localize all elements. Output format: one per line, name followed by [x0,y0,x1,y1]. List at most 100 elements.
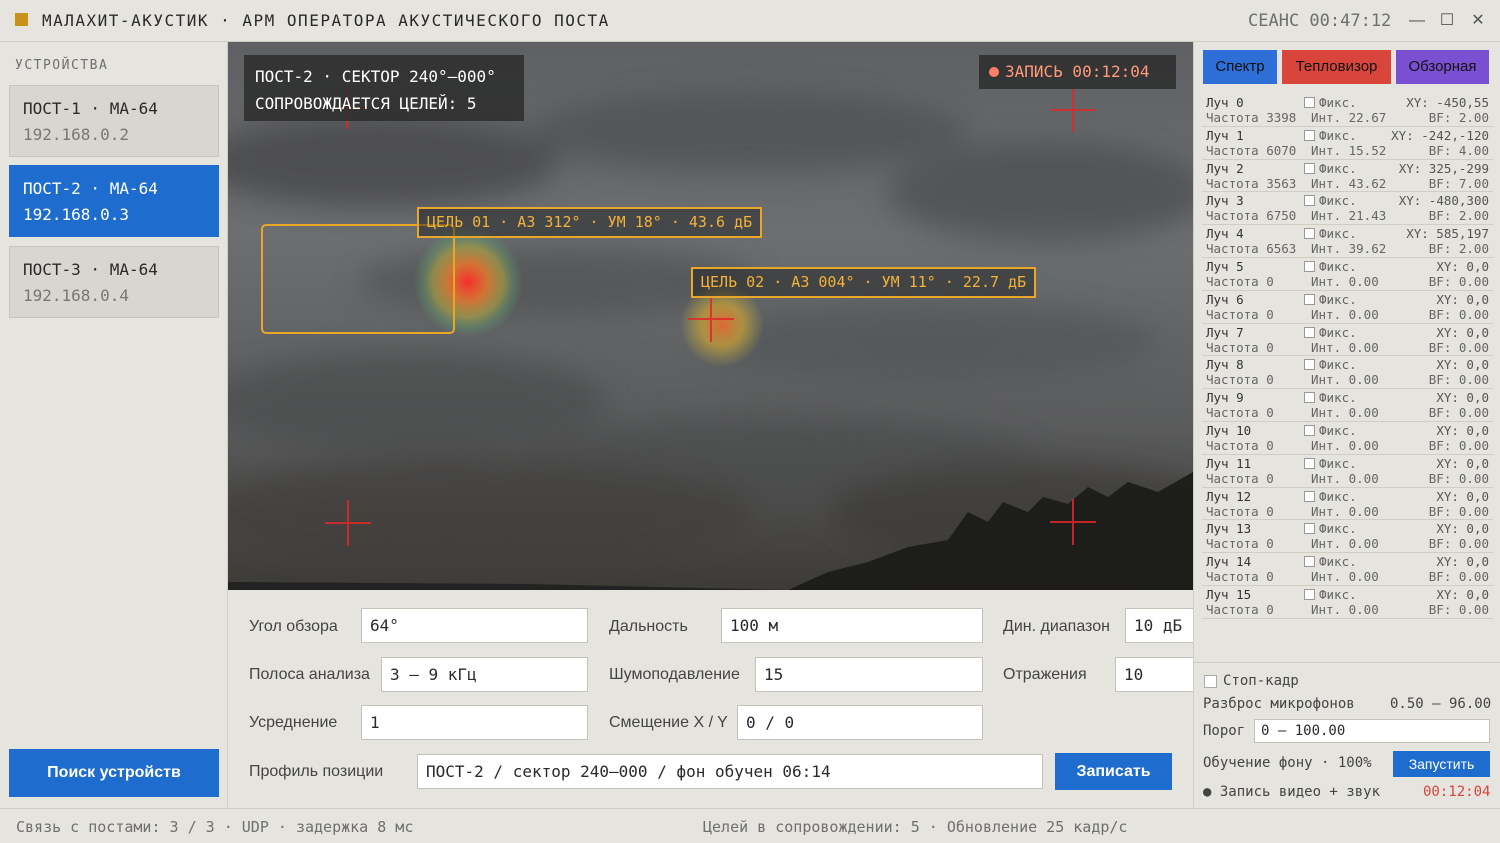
fix-label: Фикс. [1319,455,1357,471]
fix-checkbox[interactable]: Фикс. [1304,292,1357,307]
beam-name: Луч 2 [1206,160,1244,176]
noise-input[interactable]: 15 [755,657,983,692]
beam-frequency: Частота 6070 [1206,142,1297,158]
averaging-input[interactable]: 1 [361,705,588,740]
checkbox-icon [1304,162,1315,174]
close-button[interactable]: ✕ [1468,10,1488,32]
fix-checkbox[interactable]: Фикс. [1304,325,1357,340]
beam-row[interactable]: Луч 10 Фикс. XY: 0,0 Частота 0 Инт. 0.00 BF: … [1202,422,1493,455]
beam-frequency: Частота 0 [1206,306,1274,322]
freeze-frame-checkbox[interactable] [1204,675,1217,688]
device-item-post-1[interactable]: ПОСТ-1 · МА-64 192.168.0.2 [9,85,219,157]
checkbox-icon [1304,326,1315,338]
beam-list: Луч 0 Фикс. XY: -450,55 Частота 3398 Инт. 22… [1202,94,1493,619]
tab-spectrum[interactable]: Спектр [1203,50,1277,84]
fix-checkbox[interactable]: Фикс. [1304,554,1357,569]
tab-thermal[interactable]: Тепловизор [1282,50,1391,84]
checkbox-icon [1304,293,1315,305]
checkbox-icon [1304,556,1315,568]
fix-checkbox[interactable]: Фикс. [1304,456,1357,471]
status-bar: Связь с постами: 3 / 3 · UDP · задержка … [0,808,1500,843]
beam-intensity: Инт. 15.52 [1311,142,1387,158]
start-training-button[interactable]: Запустить [1393,751,1490,777]
offset-input[interactable]: 0 / 0 [737,705,983,740]
profile-input[interactable]: ПОСТ-2 / сектор 240–000 / фон обучен 06:… [417,754,1043,789]
connection-status: Связь с постами: 3 / 3 · UDP · задержка … [16,818,414,836]
beam-frequency: Частота 0 [1206,536,1274,552]
band-input[interactable]: 3 — 9 кГц [381,657,588,692]
fix-checkbox[interactable]: Фикс. [1304,587,1357,602]
beam-row[interactable]: Луч 7 Фикс. XY: 0,0 Частота 0 Инт. 0.00 BF: 0… [1202,324,1493,357]
maximize-button[interactable]: ☐ [1437,10,1457,32]
target-label-02[interactable]: ЦЕЛЬ 02 · АЗ 004° · УМ 11° · 22.7 дБ [691,267,1037,298]
beam-name: Луч 7 [1206,324,1244,340]
fix-label: Фикс. [1319,521,1357,537]
search-devices-button[interactable]: Поиск устройств [9,749,219,797]
beam-row[interactable]: Луч 5 Фикс. XY: 0,0 Частота 0 Инт. 0.00 BF: 0… [1202,258,1493,291]
save-profile-button[interactable]: Записать [1055,753,1172,790]
sector-label: ПОСТ-2 · СЕКТОР 240°–000° [255,67,496,86]
session-timer: СЕАНС 00:47:12 [1248,11,1392,31]
fix-checkbox[interactable]: Фикс. [1304,521,1357,536]
beam-bf: BF: 0.00 [1428,339,1489,355]
target-label-01[interactable]: ЦЕЛЬ 01 · АЗ 312° · УМ 18° · 43.6 дБ [417,207,763,238]
fix-label: Фикс. [1319,193,1357,209]
beam-name: Луч 14 [1206,554,1252,570]
device-item-post-3[interactable]: ПОСТ-3 · МА-64 192.168.0.4 [9,246,219,318]
camera-view[interactable]: ПОСТ-2 · СЕКТОР 240°–000° СОПРОВОЖДАЕТСЯ… [228,42,1193,590]
fix-checkbox[interactable]: Фикс. [1304,489,1357,504]
fix-checkbox[interactable]: Фикс. [1304,259,1357,274]
beam-row[interactable]: Луч 8 Фикс. XY: 0,0 Частота 0 Инт. 0.00 BF: 0… [1202,356,1493,390]
fix-checkbox[interactable]: Фикс. [1304,226,1357,241]
device-ip: 192.168.0.2 [23,125,129,144]
fix-checkbox[interactable]: Фикс. [1304,128,1357,143]
beam-row[interactable]: Луч 0 Фикс. XY: -450,55 Частота 3398 Инт. 22… [1202,94,1493,127]
threshold-label: Порог [1203,723,1246,739]
beam-intensity: Инт. 22.67 [1311,110,1387,125]
fix-checkbox[interactable]: Фикс. [1304,423,1357,438]
beam-row[interactable]: Луч 1 Фикс. XY: -242,-120 Частота 6070 Инт. … [1202,127,1493,160]
device-item-post-2[interactable]: ПОСТ-2 · МА-64 192.168.0.3 [9,165,219,237]
fix-label: Фикс. [1319,226,1357,242]
noise-label: Шумоподавление [609,666,740,683]
fix-checkbox[interactable]: Фикс. [1304,390,1357,405]
title-bar: МАЛАХИТ-АКУСТИК · АРМ ОПЕРАТОРА АКУСТИЧЕ… [0,0,1500,42]
threshold-input[interactable]: 0 — 100.00 [1254,719,1490,743]
view-angle-input[interactable]: 64° [361,608,588,643]
beam-row[interactable]: Луч 12 Фикс. XY: 0,0 Частота 0 Инт. 0.00 BF: … [1202,488,1493,521]
beam-row[interactable]: Луч 11 Фикс. XY: 0,0 Частота 0 Инт. 0.00 BF: … [1202,455,1493,488]
beam-xy: XY: 585,197 [1406,226,1489,242]
fix-checkbox[interactable]: Фикс. [1304,95,1357,110]
recording-status-time: 00:12:04 [1423,784,1491,800]
beam-row[interactable]: Луч 3 Фикс. XY: -480,300 Частота 6750 Инт. 2… [1202,192,1493,226]
beam-row[interactable]: Луч 2 Фикс. XY: 325,-299 Частота 3563 Инт. 4… [1202,160,1493,193]
fix-label: Фикс. [1319,291,1357,307]
beam-frequency: Частота 0 [1206,437,1274,453]
beam-name: Луч 9 [1206,390,1244,406]
beam-xy: XY: 0,0 [1436,488,1489,504]
fix-checkbox[interactable]: Фикс. [1304,193,1357,208]
recording-dot-icon [989,67,999,77]
beam-row[interactable]: Луч 14 Фикс. XY: 0,0 Частота 0 Инт. 0.00 BF: … [1202,553,1493,586]
reflections-input[interactable]: 10 [1115,657,1193,692]
checkbox-icon [1304,523,1315,535]
device-name: ПОСТ-1 · МА-64 [23,99,158,118]
range-label: Дальность [609,618,688,635]
beam-row[interactable]: Луч 13 Фикс. XY: 0,0 Частота 0 Инт. 0.00 BF: … [1202,520,1493,554]
range-input[interactable]: 100 м [721,608,983,643]
tab-overview[interactable]: Обзорная [1396,50,1489,84]
beam-frequency: Частота 0 [1206,503,1274,519]
fix-label: Фикс. [1319,127,1357,143]
beam-bf: BF: 0.00 [1428,405,1489,421]
device-ip: 192.168.0.3 [23,205,129,224]
fix-checkbox[interactable]: Фикс. [1304,357,1357,372]
beam-row[interactable]: Луч 6 Фикс. XY: 0,0 Частота 0 Инт. 0.00 BF: 0… [1202,291,1493,324]
beam-row[interactable]: Луч 15 Фикс. XY: 0,0 Частота 0 Инт. 0.00 BF: … [1202,586,1493,619]
dyn-range-input[interactable]: 10 дБ [1125,608,1193,643]
beam-row[interactable]: Луч 9 Фикс. XY: 0,0 Частота 0 Инт. 0.00 BF: 0… [1202,389,1493,422]
minimize-button[interactable]: — [1407,10,1427,32]
fix-label: Фикс. [1319,422,1357,438]
fix-checkbox[interactable]: Фикс. [1304,161,1357,176]
beam-row[interactable]: Луч 4 Фикс. XY: 585,197 Частота 6563 Инт. 39… [1202,225,1493,258]
fix-label: Фикс. [1319,258,1357,274]
